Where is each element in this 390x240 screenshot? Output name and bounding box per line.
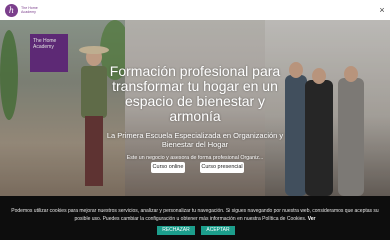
cookie-text: Podemos utilizar cookies para mejorar nu… [4, 207, 386, 223]
hero-subtitle: La Primera Escuela Especializada en Orga… [106, 131, 284, 149]
accept-cookies-button[interactable]: ACEPTAR [201, 226, 235, 235]
hero-description: Este un negocio y asesora de forma profe… [126, 155, 264, 161]
site-header: h The Home Academy × [0, 0, 390, 20]
hero-banner: The Home Academy Formación profesional p… [0, 20, 390, 196]
course-online-button[interactable]: Curso online [151, 162, 185, 173]
cookie-message: Podemos utilizar cookies para mejorar nu… [11, 208, 379, 222]
reject-cookies-button[interactable]: RECHAZAR [157, 226, 195, 235]
hero-title: Formación profesional para transformar t… [109, 63, 281, 124]
cookie-banner: Podemos utilizar cookies para mejorar nu… [0, 196, 390, 240]
hero-text-block: Formación profesional para transformar t… [100, 64, 290, 162]
cookie-more-link[interactable]: Ver [308, 216, 316, 222]
logo-mark-icon: h [5, 3, 18, 17]
close-icon[interactable]: × [377, 5, 387, 15]
course-presencial-button[interactable]: Curso presencial [200, 162, 244, 173]
logo-text: The Home Academy [21, 6, 38, 14]
site-logo[interactable]: h The Home Academy [5, 2, 45, 18]
